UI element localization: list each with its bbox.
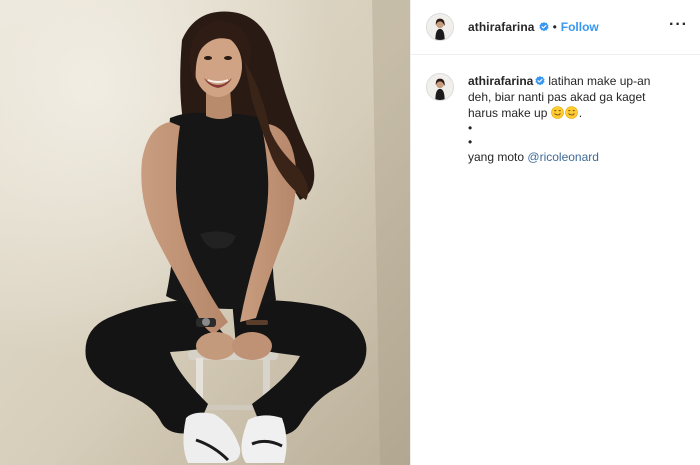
profile-avatar-icon[interactable] <box>426 13 454 41</box>
post-header: athirafarina • Follow ··· <box>411 0 700 55</box>
savoring-food-face-emoji <box>564 106 578 119</box>
caption-line-3: harus make up . <box>468 105 686 121</box>
caption-text-2: deh, biar nanti pas akad ga kaget <box>468 90 646 104</box>
header-separator: • <box>552 20 557 34</box>
verified-badge-icon <box>538 22 549 32</box>
savoring-food-face-emoji <box>550 106 564 119</box>
post-photo[interactable] <box>0 0 410 465</box>
post-caption: athirafarina latihan make up-an deh, biar… <box>468 73 686 165</box>
caption-text-3: harus make up <box>468 106 548 120</box>
mention-link[interactable]: @ricoleonard <box>527 150 599 164</box>
instagram-post: athirafarina • Follow ··· athirafarina l… <box>0 0 700 465</box>
more-options-icon[interactable]: ··· <box>669 17 688 33</box>
verified-badge-icon <box>535 76 545 86</box>
follow-button[interactable]: Follow <box>561 20 599 34</box>
woman-on-stool-photo <box>0 0 410 465</box>
header-username[interactable]: athirafarina <box>468 20 535 34</box>
post-sidebar: athirafarina • Follow ··· athirafarina l… <box>410 0 700 465</box>
caption-line-1: athirafarina latihan make up-an <box>468 73 686 89</box>
caption-text-3-end: . <box>578 106 583 120</box>
caption-bullet-1: • <box>468 121 473 135</box>
caption-username[interactable]: athirafarina <box>468 74 533 88</box>
caption-credit-prefix: yang moto <box>468 150 525 164</box>
caption-text-1: latihan make up-an <box>548 74 651 88</box>
caption-credit-line: yang moto @ricoleonard <box>468 149 686 165</box>
caption-avatar-icon[interactable] <box>426 73 454 101</box>
caption-bullet-2: • <box>468 135 473 149</box>
caption-row: athirafarina latihan make up-an deh, biar… <box>411 55 700 165</box>
